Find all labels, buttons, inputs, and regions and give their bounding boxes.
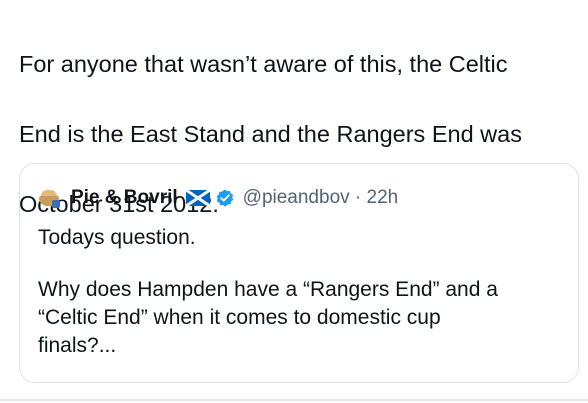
tweet-text-line: For anyone that wasn’t aware of this, th… <box>19 51 508 77</box>
quoted-tweet-header: Pie & Bovril @pieandbov · 22h <box>38 186 398 210</box>
timestamp[interactable]: 22h <box>367 187 399 208</box>
display-name[interactable]: Pie & Bovril <box>71 187 178 209</box>
bottom-divider <box>0 399 588 401</box>
quoted-tweet-line: “Celtic End” when it comes to domestic c… <box>38 306 441 329</box>
handle-and-time: @pieandbov · 22h <box>243 187 399 209</box>
quoted-tweet-line: Todays question. <box>38 226 196 249</box>
separator: · <box>354 187 362 208</box>
quoted-tweet-line: Why does Hampden have a “Rangers End” an… <box>38 278 498 301</box>
verified-badge-icon <box>216 189 234 207</box>
pie-and-mug-avatar-icon[interactable] <box>38 187 62 209</box>
quoted-tweet-card[interactable]: Pie & Bovril @pieandbov · 22h Todays que… <box>19 163 579 383</box>
scotland-flag-icon <box>185 190 210 206</box>
quoted-tweet-line: finals?... <box>38 334 117 357</box>
tweet-text-line: End is the East Stand and the Rangers En… <box>19 121 522 147</box>
quoted-tweet-body: Todays question. Why does Hampden have a… <box>38 224 563 360</box>
handle[interactable]: @pieandbov <box>243 187 350 208</box>
